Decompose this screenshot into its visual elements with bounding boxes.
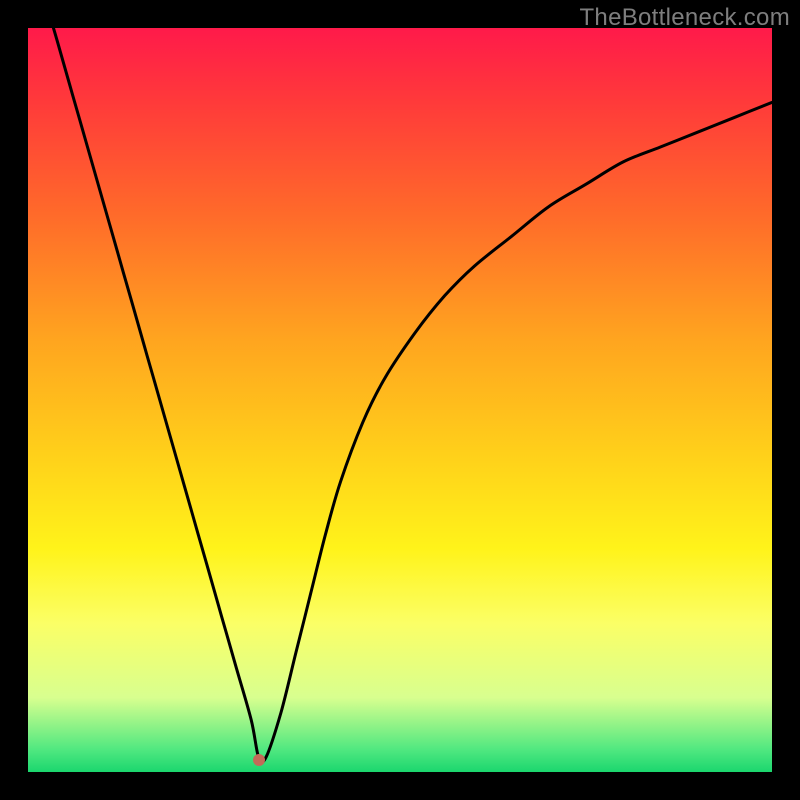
highlight-dot [253,754,265,766]
plot-area [28,28,772,772]
chart-frame: TheBottleneck.com [0,0,800,800]
bottleneck-curve [28,28,772,762]
watermark-text: TheBottleneck.com [579,4,790,32]
curve-svg [28,28,772,772]
